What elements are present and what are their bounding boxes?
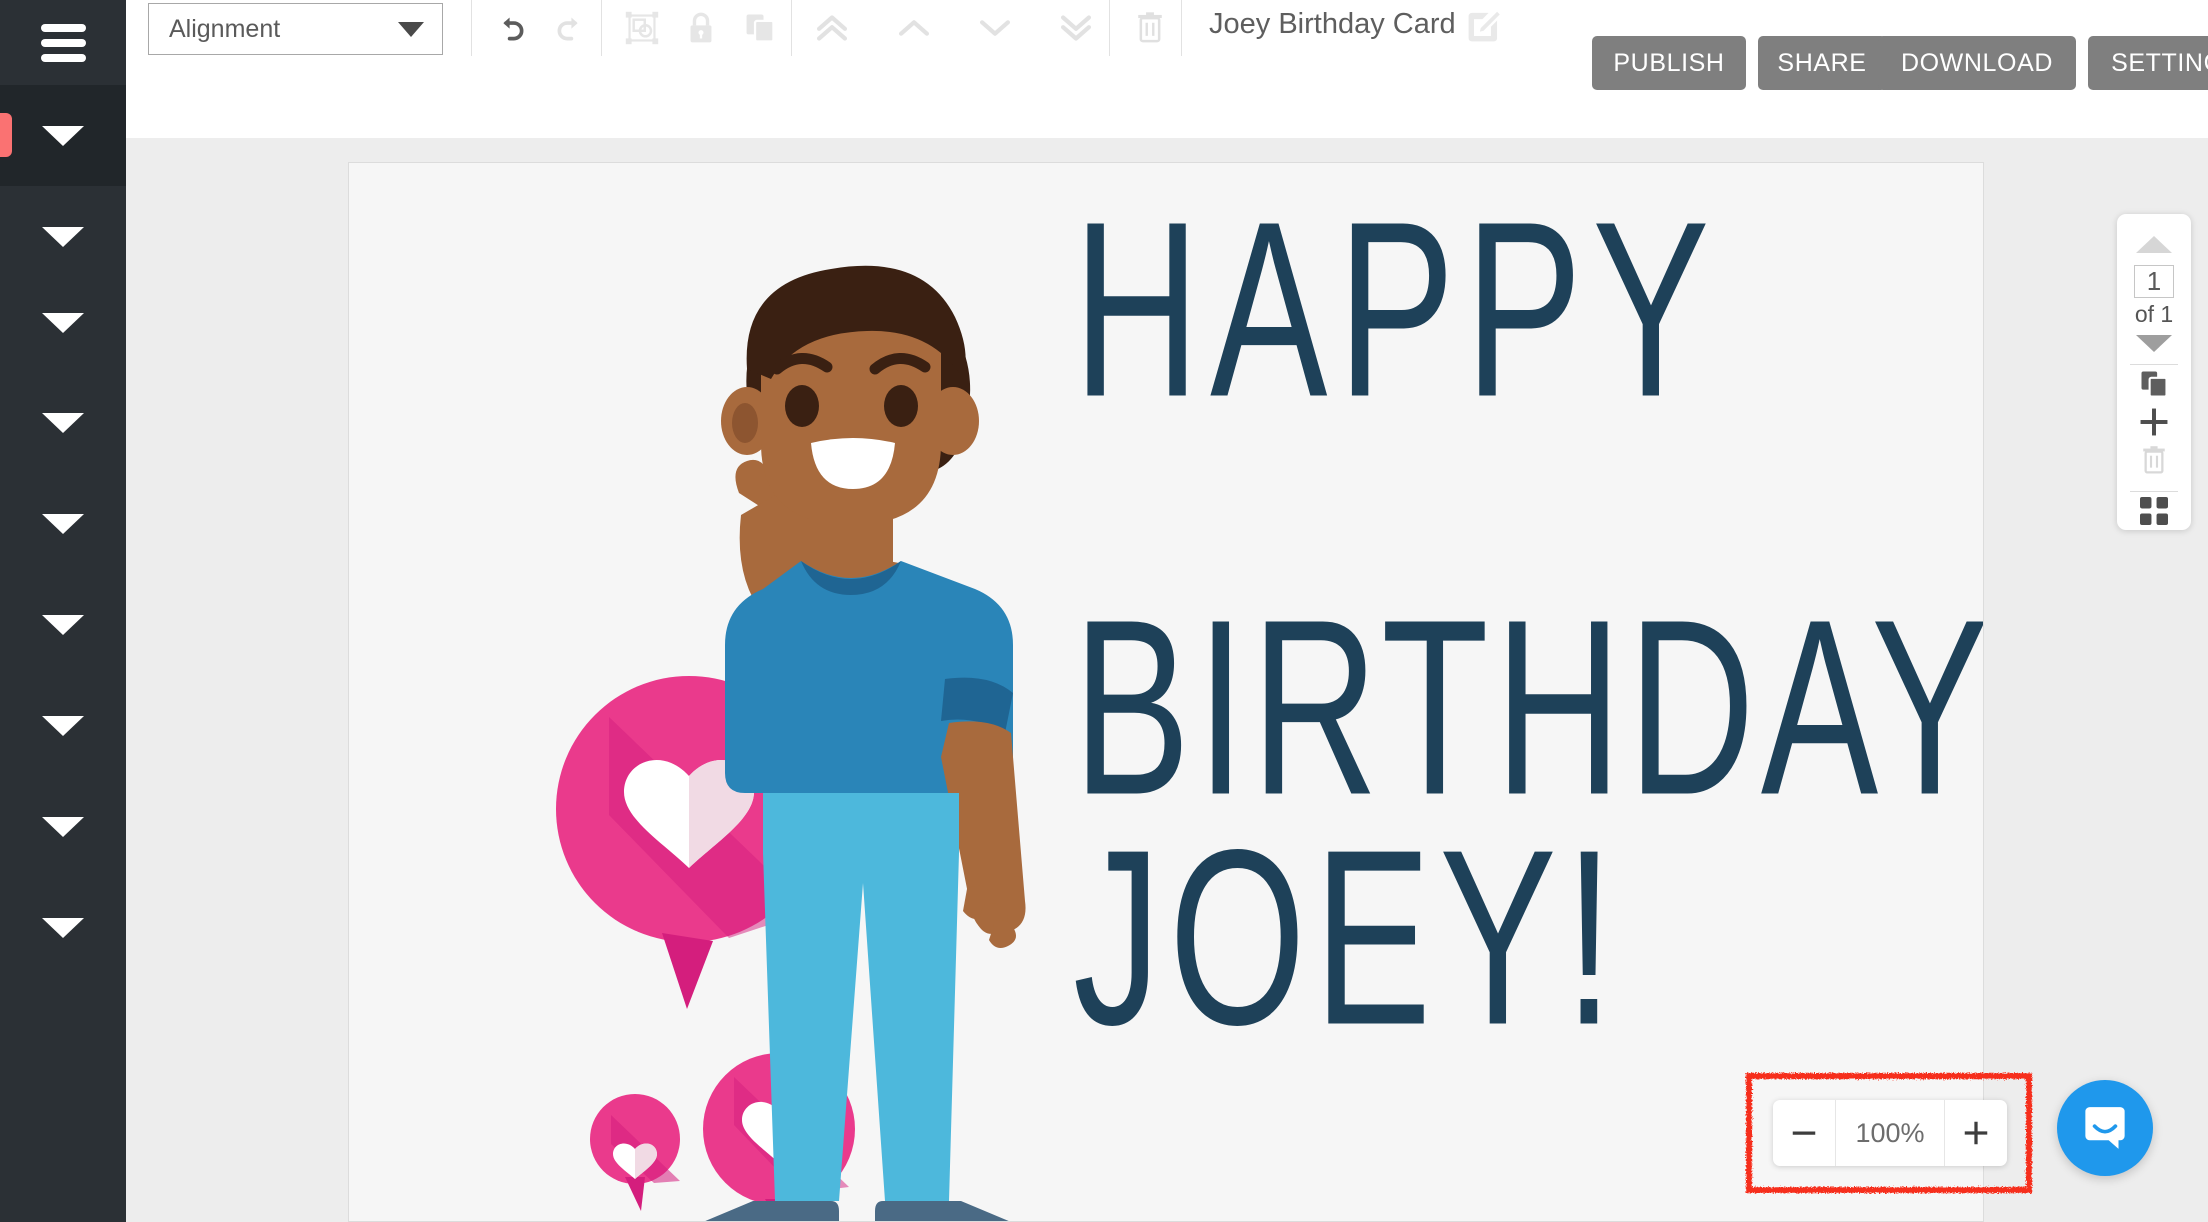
toolbar-divider (601, 0, 602, 56)
bring-to-front-icon (816, 15, 848, 41)
eye-right (884, 385, 918, 427)
zoom-level-value[interactable]: 100% (1835, 1100, 1945, 1166)
edit-pencil-icon (1468, 10, 1502, 42)
group-icon (625, 11, 659, 45)
next-page-button[interactable] (2136, 335, 2172, 352)
chevron-down-icon (42, 614, 84, 635)
minus-icon (1792, 1131, 1816, 1135)
zoom-control: 100% (1773, 1100, 2007, 1166)
lock-button[interactable] (672, 0, 730, 56)
sidebar-item-5[interactable] (0, 574, 126, 675)
sidebar-item-3[interactable] (0, 372, 126, 473)
add-page-button[interactable] (2117, 403, 2191, 441)
plus-icon (2140, 408, 2168, 436)
redo-icon (557, 17, 578, 41)
svg-text:JOEY!: JOEY! (1073, 797, 1622, 1077)
sidebar-item-2[interactable] (0, 272, 126, 373)
sidebar-item-0[interactable] (0, 85, 126, 186)
page-navigation-panel: 1 of 1 (2117, 214, 2191, 530)
chevron-down-icon (979, 20, 1011, 36)
shoe-left (705, 1201, 839, 1221)
trash-icon (2143, 445, 2165, 474)
group-button[interactable] (613, 0, 671, 56)
caret-down-icon (398, 21, 424, 37)
lock-icon (690, 12, 712, 43)
chevron-down-icon (42, 513, 84, 534)
previous-page-button[interactable] (2136, 236, 2172, 253)
heart-bubble-small (590, 1094, 680, 1211)
send-to-back-icon (1060, 15, 1092, 41)
card-artwork: HAPPY BIRTHDAY, JOEY! (556, 169, 1983, 1221)
delete-page-button[interactable] (2117, 441, 2191, 479)
send-backward-button[interactable] (966, 0, 1024, 56)
chevron-down-icon (42, 125, 84, 146)
alignment-select-label: Alignment (169, 14, 281, 43)
chevron-down-icon (42, 715, 84, 736)
trash-icon (1138, 12, 1162, 43)
editor-workspace: HAPPY BIRTHDAY, JOEY! (126, 138, 2208, 1222)
eye-left (785, 385, 819, 427)
chevron-down-icon (42, 816, 84, 837)
design-canvas[interactable]: HAPPY BIRTHDAY, JOEY! (348, 162, 1984, 1222)
toolbar-divider (1181, 0, 1182, 56)
plus-icon (1964, 1121, 1988, 1145)
zoom-in-button[interactable] (1945, 1100, 2007, 1166)
bring-forward-button[interactable] (885, 0, 943, 56)
top-header: Alignment Joey Birthday Card PUBLISH SHA… (126, 0, 2208, 138)
sidebar-item-8[interactable] (0, 877, 126, 978)
redo-button[interactable] (541, 0, 599, 56)
zoom-out-button[interactable] (1773, 1100, 1835, 1166)
bring-to-front-button[interactable] (803, 0, 861, 56)
toolbar-divider (471, 0, 472, 56)
sidebar-active-indicator (0, 113, 12, 157)
sidebar-item-4[interactable] (0, 473, 126, 574)
toolbar-divider (1109, 0, 1110, 56)
duplicate-button[interactable] (731, 0, 789, 56)
download-button[interactable]: DOWNLOAD (1878, 36, 2076, 90)
chevron-up-icon (898, 20, 930, 36)
svg-text:HAPPY: HAPPY (1073, 169, 1720, 449)
alignment-select[interactable]: Alignment (148, 3, 443, 55)
intercom-chat-button[interactable] (2057, 1080, 2153, 1176)
pants (763, 793, 959, 1201)
publish-button[interactable]: PUBLISH (1592, 36, 1746, 90)
left-sidebar (0, 0, 126, 1222)
sidebar-item-7[interactable] (0, 776, 126, 877)
hamburger-menu-icon[interactable] (0, 0, 126, 85)
send-to-back-button[interactable] (1047, 0, 1105, 56)
hamburger-icon (40, 17, 86, 69)
toolbar-divider (791, 0, 792, 56)
delete-button[interactable] (1121, 0, 1179, 56)
edit-title-button[interactable] (1464, 6, 1504, 46)
chat-bubble-icon (2085, 1107, 2125, 1149)
settings-button[interactable]: SETTINGS (2088, 36, 2208, 90)
duplicate-page-icon (2141, 371, 2168, 398)
grid-view-button[interactable] (2117, 492, 2191, 530)
sidebar-item-6[interactable] (0, 675, 126, 776)
undo-button[interactable] (482, 0, 540, 56)
grid-icon (2140, 496, 2168, 525)
share-button[interactable]: SHARE (1758, 36, 1886, 90)
greeting-text: HAPPY BIRTHDAY, JOEY! (1073, 169, 1983, 1077)
chevron-down-icon (42, 226, 84, 247)
chevron-down-icon (42, 312, 84, 333)
duplicate-icon (746, 14, 775, 43)
duplicate-page-button[interactable] (2117, 365, 2191, 403)
undo-icon (503, 17, 524, 41)
chevron-down-icon (42, 917, 84, 938)
app-root: Alignment Joey Birthday Card PUBLISH SHA… (0, 0, 2208, 1222)
document-title: Joey Birthday Card (1209, 8, 1456, 40)
chevron-down-icon (42, 412, 84, 433)
shoe-right (875, 1201, 1009, 1221)
page-count-label: of 1 (2134, 301, 2174, 327)
page-number-input[interactable]: 1 (2134, 265, 2174, 298)
